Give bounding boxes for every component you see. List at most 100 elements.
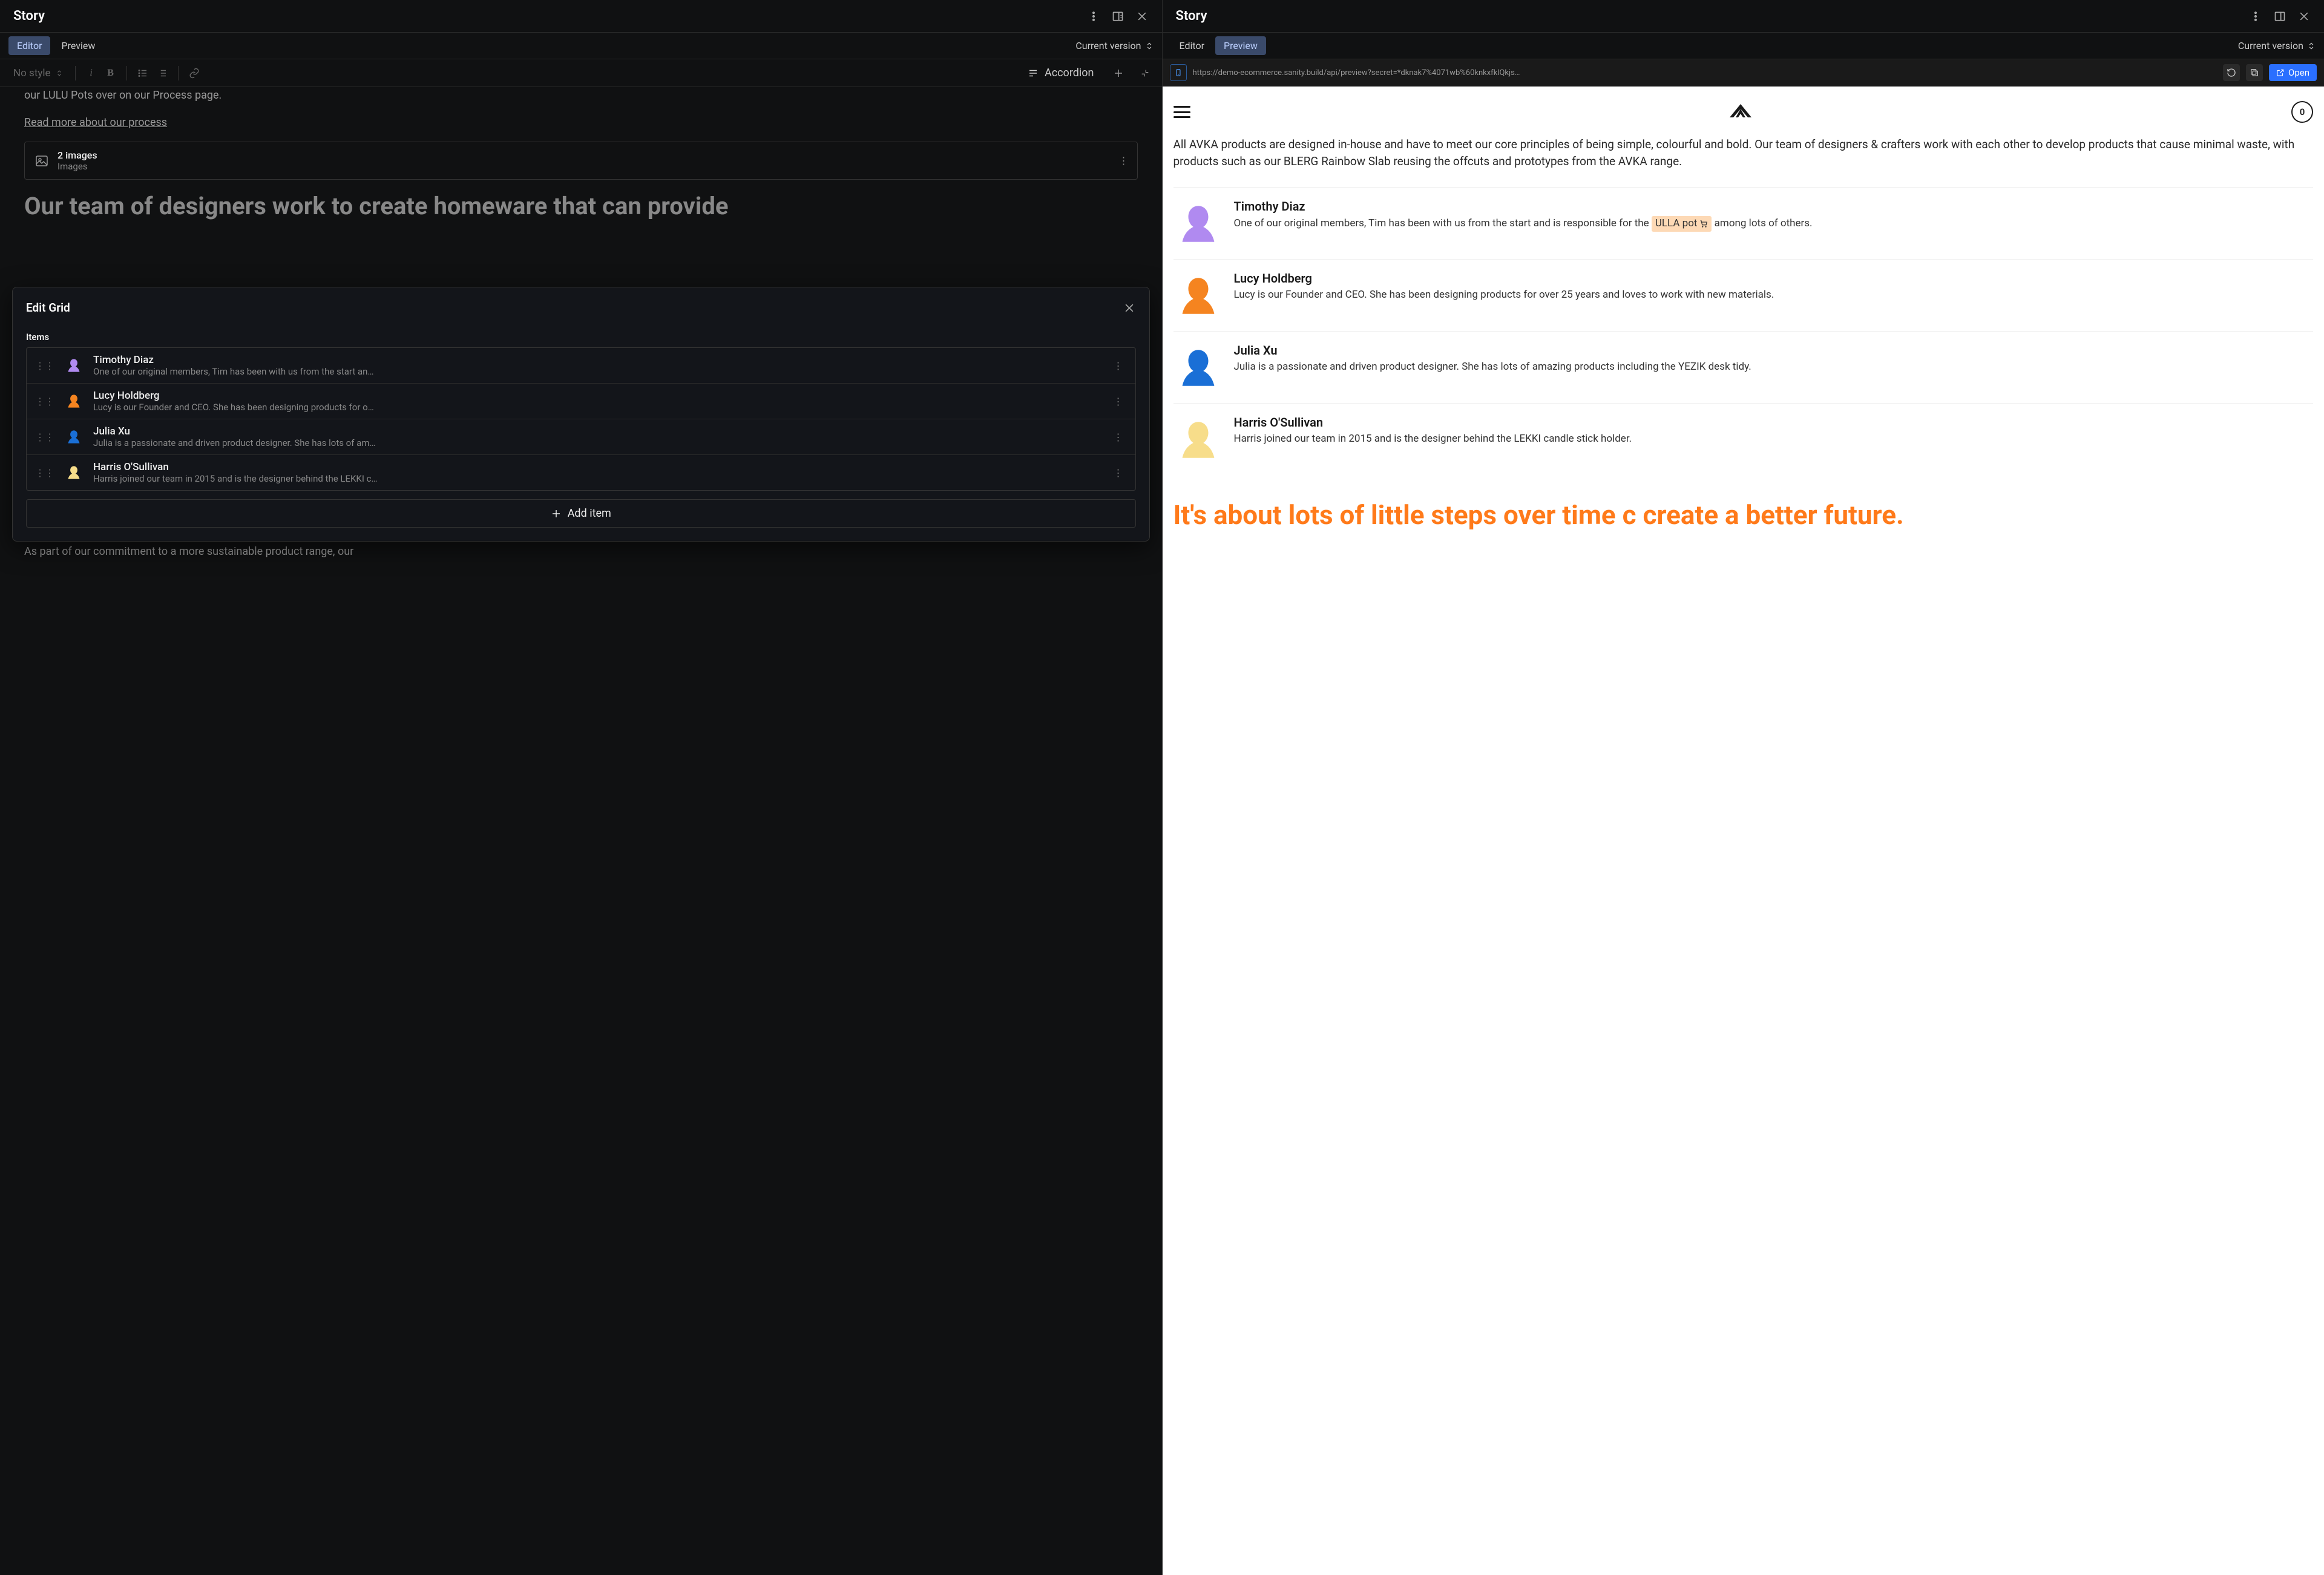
item-more-icon[interactable]: ⋮ xyxy=(1110,360,1127,372)
tabs-row: Editor Preview Current version xyxy=(0,33,1162,59)
images-block[interactable]: 2 images Images ⋮ xyxy=(24,142,1138,180)
close-icon[interactable] xyxy=(2297,10,2311,23)
person-row: Lucy Holdberg Lucy is our Founder and CEO… xyxy=(1173,260,2314,332)
item-more-icon[interactable]: ⋮ xyxy=(1110,396,1127,407)
item-more-icon[interactable]: ⋮ xyxy=(1110,467,1127,479)
person-name: Lucy Holdberg xyxy=(1234,271,2314,286)
numbered-list-button[interactable] xyxy=(154,65,171,82)
person-row: Julia XuJulia is a passionate and driven… xyxy=(1173,332,2314,404)
item-desc: Harris joined our team in 2015 and is th… xyxy=(93,473,1101,484)
site-logo[interactable] xyxy=(1727,103,1754,121)
preview-frame[interactable]: 0 All AVKA products are designed in-hous… xyxy=(1163,87,2324,1575)
refresh-icon[interactable] xyxy=(2223,64,2240,81)
more-icon[interactable] xyxy=(2249,10,2262,23)
preview-toolbar: https://demo-ecommerce.sanity.build/api/… xyxy=(1163,59,2324,87)
tab-preview[interactable]: Preview xyxy=(1215,36,1266,55)
editor-body[interactable]: our LULU Pots over on our Process page. … xyxy=(0,87,1162,1575)
tab-editor[interactable]: Editor xyxy=(8,36,50,55)
item-name: Timothy Diaz xyxy=(93,354,1101,366)
items-list: ⋮⋮Timothy DiazOne of our original member… xyxy=(26,347,1136,491)
item-desc: Julia is a passionate and driven product… xyxy=(93,437,1101,448)
tabs: Editor Preview xyxy=(8,36,103,55)
pane-header: Story xyxy=(1163,0,2324,33)
tab-editor[interactable]: Editor xyxy=(1171,36,1213,55)
paragraph[interactable]: As part of our commitment to a more sust… xyxy=(24,543,1138,560)
person-bio: One of our original members, Tim has bee… xyxy=(1234,216,2314,232)
preview-url[interactable]: https://demo-ecommerce.sanity.build/api/… xyxy=(1193,68,2217,77)
avatar xyxy=(1173,199,1223,249)
link-button[interactable] xyxy=(186,65,203,82)
person-name: Timothy Diaz xyxy=(1234,199,2314,214)
version-selector[interactable]: Current version xyxy=(1075,40,1153,51)
split-pane-icon[interactable] xyxy=(1111,10,1124,23)
rich-text-toolbar: No style i B Accordion xyxy=(0,59,1162,87)
avatar xyxy=(1173,343,1223,393)
divider xyxy=(126,66,127,80)
item-more-icon[interactable]: ⋮ xyxy=(1110,431,1127,443)
cart-badge[interactable]: 0 xyxy=(2291,101,2313,123)
item-name: Harris O'Sullivan xyxy=(93,461,1101,473)
items-label: Items xyxy=(26,332,1136,342)
paragraph[interactable]: our LULU Pots over on our Process page. xyxy=(24,87,1138,103)
drag-handle-icon[interactable]: ⋮⋮ xyxy=(35,396,54,407)
editor-pane: Story Editor Preview Current version No … xyxy=(0,0,1163,1575)
version-label: Current version xyxy=(2238,40,2303,51)
tab-preview[interactable]: Preview xyxy=(53,36,103,55)
avatar xyxy=(63,355,85,376)
intro-paragraph: All AVKA products are designed in-house … xyxy=(1173,136,2314,169)
heading[interactable]: Our team of designers work to create hom… xyxy=(24,192,1138,221)
modal-title: Edit Grid xyxy=(26,301,70,315)
add-block-button[interactable] xyxy=(1110,65,1127,82)
edit-grid-modal: Edit Grid Items ⋮⋮Timothy DiazOne of our… xyxy=(12,287,1150,542)
product-tag[interactable]: ULLA pot xyxy=(1652,216,1712,232)
device-mobile-icon[interactable] xyxy=(1170,64,1187,81)
person-row: Timothy Diaz One of our original members,… xyxy=(1173,188,2314,260)
copy-icon[interactable] xyxy=(2246,64,2263,81)
list-item[interactable]: ⋮⋮ Timothy DiazOne of our original member… xyxy=(27,348,1135,384)
drag-handle-icon[interactable]: ⋮⋮ xyxy=(35,467,54,479)
site-header: 0 xyxy=(1173,101,2314,123)
hamburger-icon[interactable] xyxy=(1173,106,1190,118)
list-item[interactable]: ⋮⋮ Julia XuJulia is a passionate and driv… xyxy=(27,419,1135,455)
pane-title: Story xyxy=(1176,8,1207,24)
divider xyxy=(178,66,179,80)
list-item[interactable]: ⋮⋮ Harris O'SullivanHarris joined our tea… xyxy=(27,455,1135,490)
image-icon xyxy=(34,154,49,168)
item-desc: One of our original members, Tim has bee… xyxy=(93,366,1101,377)
tabs: Editor Preview xyxy=(1171,36,1266,55)
avatar xyxy=(63,390,85,412)
italic-button[interactable]: i xyxy=(83,65,100,82)
close-icon[interactable] xyxy=(1123,301,1136,315)
avatar xyxy=(63,426,85,448)
person-bio: Julia is a passionate and driven product… xyxy=(1234,360,2314,375)
avatar xyxy=(1173,415,1223,465)
person-bio: Lucy is our Founder and CEO. She has bee… xyxy=(1234,288,2314,303)
style-selector[interactable]: No style xyxy=(8,65,68,82)
collapse-icon[interactable] xyxy=(1137,65,1154,82)
block-type-selector[interactable]: Accordion xyxy=(1022,64,1100,82)
bullet-list-button[interactable] xyxy=(134,65,151,82)
item-name: Lucy Holdberg xyxy=(93,390,1101,402)
person-bio: Harris joined our team in 2015 and is th… xyxy=(1234,432,2314,447)
divider xyxy=(75,66,76,80)
pane-actions xyxy=(2249,10,2311,23)
close-icon[interactable] xyxy=(1135,10,1149,23)
link-paragraph[interactable]: Read more about our process xyxy=(24,114,1138,131)
split-pane-icon[interactable] xyxy=(2273,10,2286,23)
preview-pane: Story Editor Preview Current version htt… xyxy=(1163,0,2324,1575)
drag-handle-icon[interactable]: ⋮⋮ xyxy=(35,431,54,443)
drag-handle-icon[interactable]: ⋮⋮ xyxy=(35,360,54,372)
block-more-icon[interactable]: ⋮ xyxy=(1119,155,1129,166)
open-button[interactable]: Open xyxy=(2269,64,2317,81)
item-desc: Lucy is our Founder and CEO. She has bee… xyxy=(93,402,1101,413)
bold-button[interactable]: B xyxy=(102,65,119,82)
person-row: Harris O'SullivanHarris joined our team … xyxy=(1173,404,2314,476)
list-item[interactable]: ⋮⋮ Lucy HoldbergLucy is our Founder and C… xyxy=(27,384,1135,419)
item-name: Julia Xu xyxy=(93,425,1101,437)
pane-actions xyxy=(1087,10,1149,23)
more-icon[interactable] xyxy=(1087,10,1100,23)
version-selector[interactable]: Current version xyxy=(2238,40,2316,51)
people-list: Timothy Diaz One of our original members,… xyxy=(1173,188,2314,476)
add-item-button[interactable]: Add item xyxy=(26,499,1136,528)
block-subtitle: Images xyxy=(57,161,97,172)
